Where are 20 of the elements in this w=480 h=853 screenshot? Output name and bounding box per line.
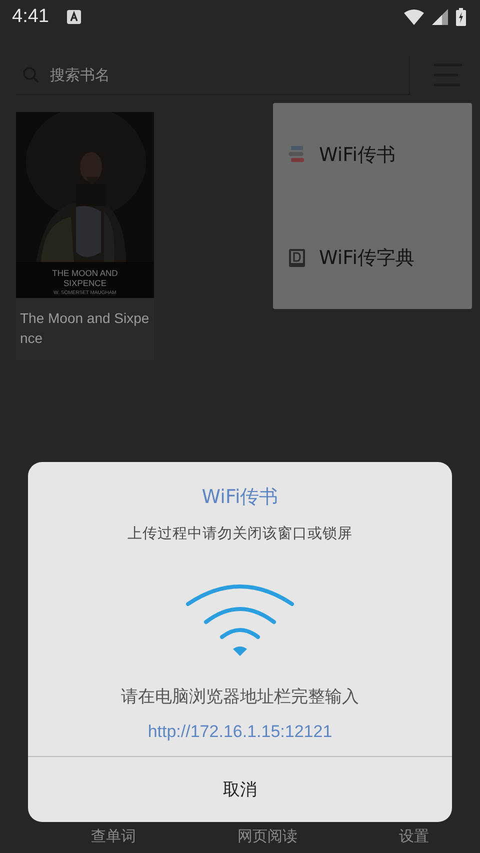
cell-signal-icon [432,9,448,25]
menu-item[interactable]: WiFi传书 [273,124,472,184]
dictionary-icon [289,248,305,266]
battery-icon [456,8,466,26]
cover-title: THE MOON AND SIXPENCE [51,268,119,288]
cancel-button[interactable]: 取消 [28,756,452,822]
wifi-signal-icon [404,9,424,25]
dialog-message: 上传过程中请勿关闭该窗口或锁屏 [128,524,352,543]
search-field[interactable]: 搜索书名 [48,64,409,84]
nav-tab[interactable]: 设置 [395,823,434,849]
instruction-text: 请在电脑浏览器地址栏完整输入 [121,686,359,708]
dialog-title: WiFi传书 [202,485,278,510]
nav-tab[interactable]: 网页阅读 [233,823,302,849]
nav-tab[interactable]: 查单词 [86,823,140,849]
status-time: 4:41 [12,6,49,28]
book-title: The Moon and Sixpence [19,309,150,348]
books-icon [289,146,305,163]
menu-item[interactable]: WiFi传字典 [273,228,472,288]
notification-icon [66,10,81,24]
url-link[interactable]: http://172.16.1.15:12121 [148,722,332,742]
